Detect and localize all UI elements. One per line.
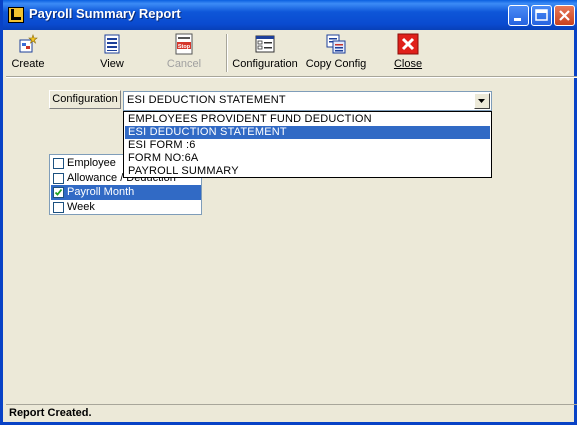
dropdown-option[interactable]: PAYROLL SUMMARY [125,165,490,178]
minimize-icon [514,18,521,21]
configuration-field-label: Configuration [49,90,121,109]
checkbox[interactable] [53,187,64,198]
minimize-button[interactable] [508,5,529,26]
maximize-icon [535,9,548,21]
checkbox[interactable] [53,158,64,169]
create-label: Create [11,58,45,70]
copy-config-button[interactable]: Copy Config [303,30,369,74]
toolbar-separator [226,34,228,72]
app-icon [8,7,24,23]
close-label: Close [393,58,423,70]
toolbar-divider [6,76,577,78]
checkbox[interactable] [53,202,64,213]
cancel-label: Cancel [166,58,202,70]
toolbar: Create View Stop Cancel Configuration Co… [6,30,577,74]
copy-config-icon [326,34,346,54]
close-button[interactable]: Close [391,30,425,74]
view-label: View [100,58,124,70]
view-button[interactable]: View [96,30,128,74]
maximize-button[interactable] [531,5,552,26]
dropdown-option[interactable]: EMPLOYEES PROVIDENT FUND DEDUCTION [125,113,490,126]
close-window-button[interactable] [554,5,575,26]
stop-icon-text: Stop [178,44,191,50]
chevron-down-icon [478,99,485,103]
status-bar: Report Created. [6,404,577,422]
checklist-item-label: Employee [67,157,116,169]
close-icon [559,10,570,21]
dropdown-option-selected[interactable]: ESI DEDUCTION STATEMENT [125,126,490,139]
configuration-label: Configuration [232,58,298,70]
title-bar[interactable]: Payroll Summary Report [3,0,577,30]
dropdown-arrow-button[interactable] [474,93,490,109]
cancel-button[interactable]: Stop Cancel [164,30,204,74]
checkbox[interactable] [53,173,64,184]
view-icon [104,34,120,54]
dropdown-option[interactable]: FORM NO:6A [125,152,490,165]
checklist-item-label: Week [67,201,95,213]
configuration-dropdown[interactable]: ESI DEDUCTION STATEMENT [123,91,492,111]
checklist-item-week[interactable]: Week [51,200,201,214]
dropdown-option[interactable]: ESI FORM :6 [125,139,490,152]
configuration-dropdown-list: EMPLOYEES PROVIDENT FUND DEDUCTION ESI D… [123,111,492,178]
copy-config-label: Copy Config [305,58,367,70]
checklist-item-label: Payroll Month [67,186,135,198]
stop-icon: Stop [175,33,193,55]
configuration-icon [255,35,275,53]
status-text: Report Created. [9,407,92,419]
close-red-x-icon [397,33,419,55]
configuration-selected-value: ESI DEDUCTION STATEMENT [127,94,286,106]
checklist-item-payroll-month[interactable]: Payroll Month [51,185,201,200]
payroll-summary-window: Payroll Summary Report Create View Stop … [0,0,577,425]
create-icon [19,34,38,53]
checkmark-icon [54,188,63,196]
configuration-button[interactable]: Configuration [230,30,300,74]
create-button[interactable]: Create [11,30,45,74]
window-title: Payroll Summary Report [29,6,181,21]
